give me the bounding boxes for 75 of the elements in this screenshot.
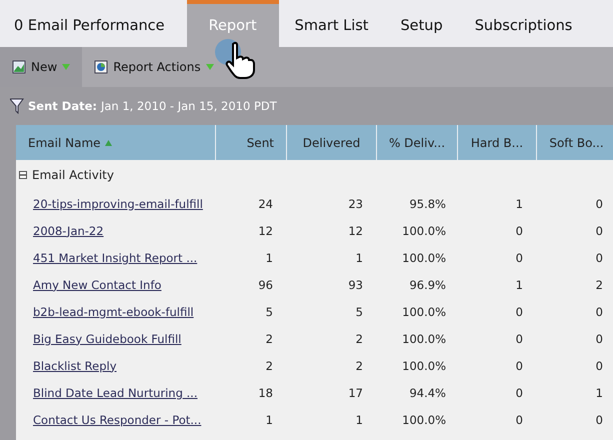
image-icon [12,60,26,74]
table-cell-text: 96 [257,278,274,292]
email-link[interactable]: Blind Date Lead Nurturing ... [33,386,198,400]
table-cell-text: 2 [354,332,364,346]
toolbar-button[interactable]: New [0,47,82,87]
table-cell-text: 94.4% [408,386,447,400]
table-cell-text: 23 [347,196,364,210]
column-header[interactable]: Email Name [16,125,216,160]
table-cell-text: 0 [514,304,524,318]
email-link[interactable]: Big Easy Guidebook Fulfill [33,332,182,346]
table-cell-text: 0 [594,358,604,372]
tab[interactable]: 0 Email Performance [0,0,187,47]
table-cell-text: 1 [514,196,524,210]
table-cell-text: 1 [354,412,364,426]
table-cell-text: 95.8% [408,196,447,210]
table-cell-text: 0 [514,386,524,400]
table-cell-text: 0 [514,332,524,346]
table-cell-text: 93 [347,278,364,292]
table-cell-text: 100.0% [401,412,447,426]
sort-ascending-icon [104,140,112,146]
table-cell-text: 1 [264,412,274,426]
column-header[interactable]: Sent [216,125,287,160]
column-header[interactable]: Soft Bo... [537,125,613,160]
table-cell-text: 0 [594,304,604,318]
table-cell-text: 24 [257,196,274,210]
email-link[interactable]: b2b-lead-mgmt-ebook-fulfill [33,304,194,318]
table-cell-text: 0 [514,358,524,372]
table-cell-text: 0 [594,412,604,426]
tab[interactable]: Subscriptions [458,0,588,47]
table-cell-text: 2 [264,358,274,372]
email-link[interactable]: Contact Us Responder - Pot... [33,412,202,426]
table-cell-text: 100.0% [401,358,447,372]
tab[interactable]: Setup [384,0,459,47]
collapse-toggle[interactable] [19,171,27,179]
filter-value: Jan 1, 2010 - Jan 15, 2010 PDT [100,99,277,113]
table-cell-text: 0 [594,196,604,210]
table-cell-text: 100.0% [401,224,447,238]
table-cell-text: 1 [264,250,274,264]
table-cell-text: 0 [514,224,524,238]
table-cell-text: 1 [514,278,524,292]
table-cell-text: 12 [347,224,364,238]
table-cell-text: 0 [594,332,604,346]
caret-icon [62,64,70,70]
caret-icon [206,64,214,70]
table-cell-text: 100.0% [401,304,447,318]
table-cell-text: 12 [257,224,274,238]
email-link[interactable]: 2008-Jan-22 [33,224,104,238]
table-cell-text: 1 [594,386,604,400]
column-header[interactable]: Delivered [287,125,377,160]
table-cell-text: 100.0% [401,250,447,264]
table-cell-text: 0 [514,250,524,264]
group-label: Email Activity [32,168,114,182]
email-link[interactable]: 451 Market Insight Report ... [33,250,198,264]
table-cell-text: 0 [594,250,604,264]
email-link[interactable]: Amy New Contact Info [33,278,162,292]
table-cell-text: 0 [514,412,524,426]
table-cell-text: 2 [354,358,364,372]
table-cell-text: 1 [354,250,364,264]
table-cell-text: 0 [594,224,604,238]
column-header[interactable]: % Deliv... [377,125,458,160]
table-cell-text: 2 [264,332,274,346]
document-icon [94,60,108,74]
table-cell-text: 96.9% [408,278,447,292]
table-cell-text: 5 [354,304,364,318]
table-cell-text: 17 [347,386,364,400]
email-link[interactable]: Blacklist Reply [33,358,117,372]
filter-label: Sent Date: [28,99,97,113]
table-cell-text: 5 [264,304,274,318]
tab[interactable]: Smart List [278,0,384,47]
table-cell-text: 18 [257,386,274,400]
table-cell-text: 100.0% [401,332,447,346]
email-link[interactable]: 20-tips-improving-email-fulfill [33,196,203,210]
table-cell-text: 2 [594,278,604,292]
funnel-icon [10,98,24,114]
column-header[interactable]: Hard B... [458,125,537,160]
